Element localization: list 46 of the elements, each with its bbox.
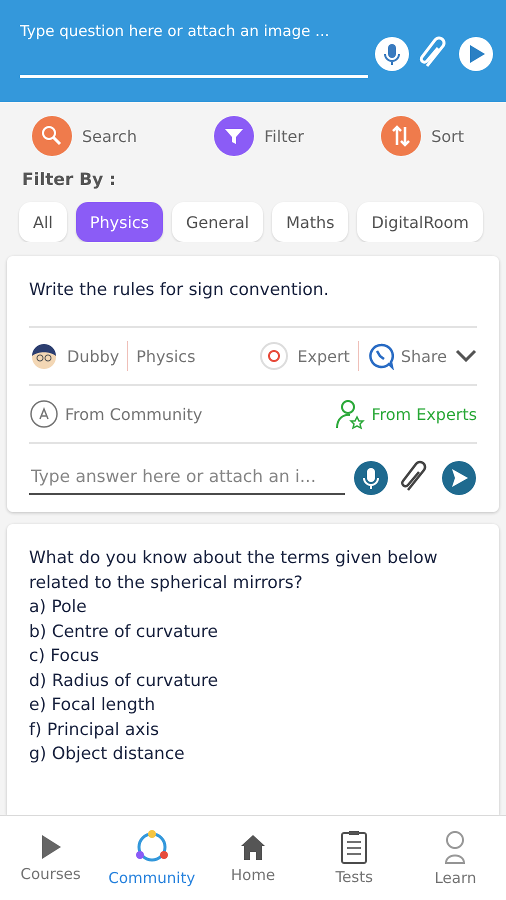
action-label: Filter: [264, 126, 304, 146]
action-label: Sort: [431, 126, 464, 146]
filter-chip[interactable]: All: [19, 202, 67, 242]
question-text: a) Pole: [29, 596, 88, 619]
microphone-button[interactable]: [374, 36, 410, 72]
from-experts-button[interactable]: From Experts: [334, 398, 477, 430]
question-text: d) Radius of curvature: [29, 670, 220, 692]
nav-tab[interactable]: Home: [202, 816, 304, 900]
sort-icon: [381, 116, 422, 156]
sort-action[interactable]: Sort: [381, 116, 464, 156]
question-text: g) Object distance: [29, 743, 186, 766]
author-name: Dubby: [67, 346, 120, 366]
letter-bubble-icon: [29, 399, 59, 429]
search-action[interactable]: Search: [32, 116, 137, 156]
question-text: Write the rules for sign convention.: [28, 279, 330, 302]
share-button[interactable]: Share: [366, 342, 447, 370]
avatar-icon: [29, 342, 59, 370]
search-icon: [32, 116, 72, 156]
clipboard-icon: [340, 830, 368, 864]
funnel-icon: [214, 116, 254, 156]
question-text: c) Focus: [29, 645, 100, 668]
filter-chip[interactable]: Maths: [272, 202, 348, 242]
subject-label: Physics: [136, 346, 196, 366]
microphone-button[interactable]: [353, 460, 389, 496]
filter-chip[interactable]: DigitalRoom: [357, 202, 483, 242]
from-community-button[interactable]: From Community: [29, 399, 202, 429]
question-text: b) Centre of curvature: [29, 620, 219, 644]
filter-by-label: Filter By :: [21, 169, 117, 190]
question-text: e) Focal length: [29, 694, 156, 717]
question-text: What do you know about the terms given below related to the spherical mirrors?: [29, 547, 439, 594]
expert-label: Expert: [297, 346, 350, 366]
action-label: Search: [82, 126, 137, 146]
filter-chip[interactable]: General: [172, 202, 264, 242]
user-star-icon: [334, 398, 366, 430]
send-button[interactable]: [458, 36, 494, 72]
badge-icon: [259, 341, 290, 371]
filter-chip[interactable]: Physics: [76, 202, 164, 242]
nav-tab[interactable]: Learn: [404, 816, 506, 900]
send-button[interactable]: [441, 460, 477, 496]
nav-tab[interactable]: Tests: [304, 816, 405, 900]
nav-tab[interactable]: Courses: [0, 816, 102, 900]
question-text: f) Principal axis: [29, 718, 160, 742]
nav-tab[interactable]: Community: [101, 816, 202, 900]
chevron-down-icon[interactable]: [455, 349, 477, 363]
filter-action[interactable]: Filter: [214, 116, 304, 156]
question-input[interactable]: Type question here or attach an image ...: [20, 14, 368, 48]
